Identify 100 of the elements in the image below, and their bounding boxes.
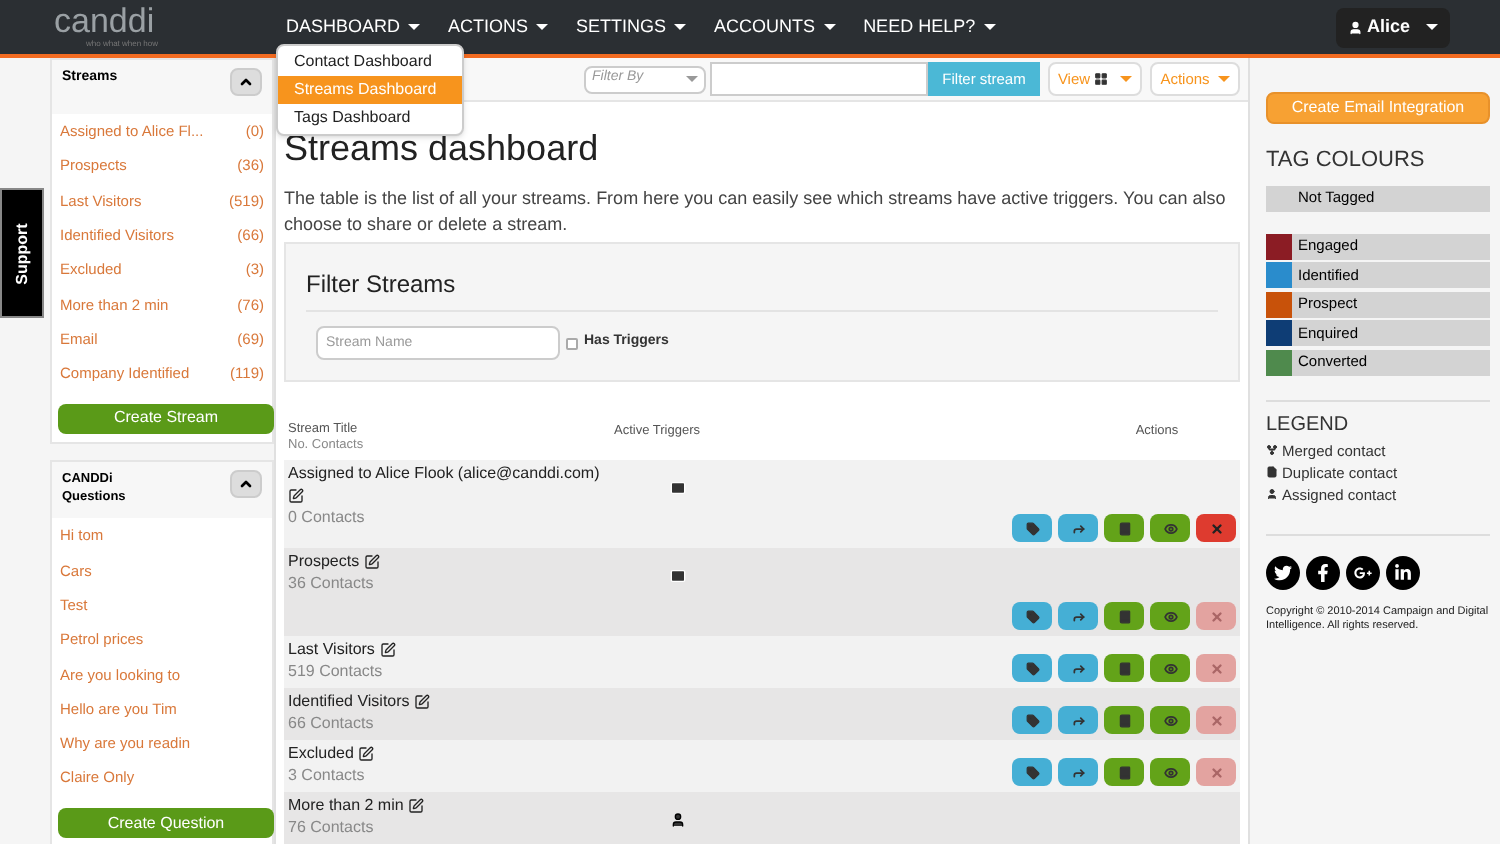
edit-icon[interactable] [358,745,375,762]
filter-title: Filter Streams [306,266,1218,312]
edit-icon[interactable] [379,641,396,658]
contacts-count: 519 Contacts [288,660,385,684]
view-stream-button[interactable] [1150,514,1190,542]
grid-icon [1094,72,1109,86]
fork-icon [1266,444,1278,456]
share-button[interactable] [1058,514,1098,542]
tag-button[interactable] [1012,514,1052,542]
arrow-icon [1071,661,1085,675]
eye-icon [1163,609,1177,623]
view-stream-button[interactable] [1150,654,1190,682]
eye-icon [1163,713,1177,727]
collapse-button[interactable] [230,470,262,499]
nav-menu-item[interactable]: SETTINGS [566,7,697,47]
stream-title[interactable]: Assigned to Alice Flook (alice@canddi.com) [284,462,618,506]
twitter-icon[interactable] [1266,555,1300,589]
close-icon [1209,661,1223,675]
user-menu-button[interactable]: Alice [1336,7,1450,47]
stream-title[interactable]: Identified Visitors [284,690,618,712]
dropdown-item[interactable]: Contact Dashboard [278,48,462,76]
eye-icon [1163,765,1177,779]
collapse-button[interactable] [230,68,262,96]
has-triggers-checkbox[interactable] [566,337,578,349]
share-button[interactable] [1058,758,1098,786]
contacts-count: 3 Contacts [288,764,367,788]
chevron-up-icon [238,74,254,90]
edit-icon[interactable] [408,797,425,814]
arrow-icon [1071,609,1085,623]
caret-icon [674,24,687,30]
googleplus-icon[interactable] [1346,555,1380,589]
tag-icon [1025,609,1039,623]
edit-icon[interactable] [363,553,380,570]
tag-button[interactable] [1012,758,1052,786]
dropdown-item[interactable]: Streams Dashboard [278,76,462,104]
tag-icon [1025,661,1039,675]
tag-icon [1025,765,1039,779]
book-button[interactable] [1104,758,1144,786]
linkedin-icon[interactable] [1386,555,1420,589]
book-button[interactable] [1104,654,1144,682]
close-icon [1209,609,1223,623]
stream-title[interactable]: More than 2 min [284,794,618,816]
share-button[interactable] [1058,706,1098,734]
delete-button[interactable] [1196,514,1236,542]
caret-icon [536,24,549,30]
arrow-icon [1071,713,1085,727]
close-icon [1209,521,1223,535]
page-title: Streams dashboard [284,126,601,170]
tag-icon [1025,521,1039,535]
create-email-integration-button[interactable]: Create Email Integration [1266,92,1490,124]
user-icon [1348,19,1363,35]
dropdown-item[interactable]: Tags Dashboard [278,104,462,132]
edit-icon[interactable] [414,693,431,710]
book-button[interactable] [1104,706,1144,734]
view-stream-button[interactable] [1150,758,1190,786]
tag-button[interactable] [1012,654,1052,682]
stream-title[interactable]: Excluded [284,742,618,764]
arrow-icon [1071,765,1085,779]
arrow-icon [1071,521,1085,535]
share-button[interactable] [1058,602,1098,630]
close-icon [1209,713,1223,727]
eye-icon [1163,661,1177,675]
create-question-button[interactable]: Create Question [58,808,274,839]
stream-title[interactable]: Last Visitors [284,638,618,660]
share-button[interactable] [1058,654,1098,682]
logo[interactable]: canddi [54,6,276,38]
chevron-up-icon [238,476,254,493]
caret-icon [686,76,698,82]
facebook-icon[interactable] [1306,555,1340,589]
caret-icon [983,24,996,30]
contacts-count: 66 Contacts [288,712,376,736]
caret-icon [1120,76,1133,82]
person-icon [1266,488,1278,500]
create-stream-button[interactable]: Create Stream [58,403,274,434]
caret-icon [1426,24,1438,30]
book-button[interactable] [1104,602,1144,630]
caret-icon [823,24,836,30]
stream-title[interactable]: Prospects [284,550,618,572]
edit-icon[interactable] [288,487,304,504]
contacts-count: 0 Contacts [288,506,367,530]
nav-menu-item[interactable]: NEED HELP? [853,7,1006,47]
caret-icon [408,24,421,30]
book-button[interactable] [1104,514,1144,542]
contacts-count: 36 Contacts [288,572,376,596]
person-icon [670,812,686,828]
tag-button[interactable] [1012,602,1052,630]
nav-menu-item[interactable]: ACCOUNTS [704,7,846,47]
document-icon [1266,466,1278,478]
support-tab[interactable]: Support [0,188,44,318]
caret-icon [1217,76,1230,82]
close-icon [1209,765,1223,779]
view-stream-button[interactable] [1150,602,1190,630]
tag-button[interactable] [1012,706,1052,734]
section-heading: LEGEND [1266,411,1351,439]
page-description: The table is the list of all your streams. From here you can easily see which streams have active triggers. You can also choose to share or delete a stream. [284,186,1228,238]
eye-icon [1163,521,1177,535]
contacts-count: 76 Contacts [288,816,376,840]
section-heading: TAG COLOURS [1266,146,1427,176]
search-field[interactable] [710,62,928,96]
view-stream-button[interactable] [1150,706,1190,734]
